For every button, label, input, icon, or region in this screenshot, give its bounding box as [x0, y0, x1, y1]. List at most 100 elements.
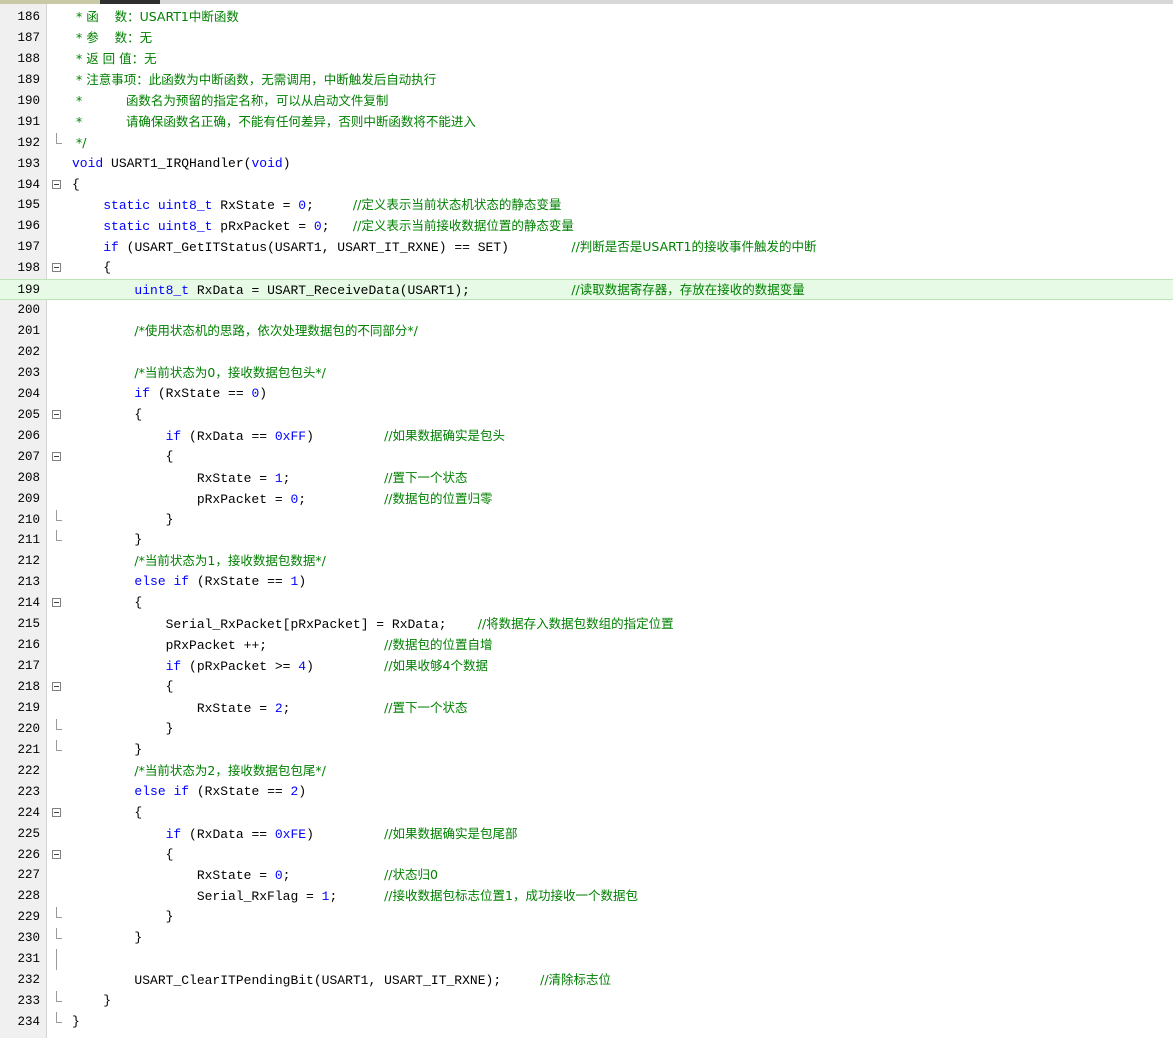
code-line[interactable]: 216 pRxPacket ++; //数据包的位置自增: [0, 635, 1173, 656]
code-comment: //数据包的位置归零: [384, 490, 493, 506]
code-text: Serial_RxPacket[pRxPacket] = RxData; //将…: [165, 616, 674, 633]
line-number: 197: [17, 240, 40, 255]
code-line[interactable]: 198 {: [0, 258, 1173, 279]
code-text: * 注意事项：此函数为中断函数，无需调用，中断触发后自动执行: [72, 70, 436, 92]
code-text: * 函数名为预留的指定名称，可以从启动文件复制: [72, 91, 388, 113]
fold-collapse-icon[interactable]: [50, 677, 64, 698]
code-line[interactable]: 214 {: [0, 593, 1173, 614]
line-number: 195: [17, 198, 40, 213]
fold-marker: [50, 49, 64, 70]
code-line[interactable]: 204 if (RxState == 0): [0, 384, 1173, 405]
code-line[interactable]: 224 {: [0, 803, 1173, 824]
code-comment: //置下一个状态: [384, 699, 468, 715]
fold-collapse-icon[interactable]: [50, 258, 64, 279]
code-line[interactable]: 226 {: [0, 845, 1173, 866]
fold-marker: [50, 614, 64, 635]
code-line[interactable]: 212 /*当前状态为1，接收数据包数据*/: [0, 551, 1173, 572]
line-number: 234: [17, 1015, 40, 1029]
line-number: 193: [17, 156, 40, 171]
code-line[interactable]: 188 * 返 回 值：无: [0, 49, 1173, 70]
code-text: if (RxData == 0xFE) //如果数据确实是包尾部: [165, 825, 518, 842]
code-line[interactable]: 215 Serial_RxPacket[pRxPacket] = RxData;…: [0, 614, 1173, 635]
line-number: 188: [17, 51, 40, 66]
line-number: 208: [17, 470, 40, 485]
code-text: * 参 数：无: [72, 28, 152, 50]
code-line[interactable]: 232 USART_ClearITPendingBit(USART1, USAR…: [0, 970, 1173, 991]
code-line[interactable]: 196 static uint8_t pRxPacket = 0; //定义表示…: [0, 216, 1173, 237]
code-line[interactable]: 230 }: [0, 928, 1173, 949]
line-number: 230: [17, 931, 40, 946]
code-line[interactable]: 191 * 请确保函数名正确，不能有任何差异，否则中断函数将不能进入: [0, 112, 1173, 133]
fold-collapse-icon[interactable]: [50, 593, 64, 614]
code-line[interactable]: 199 uint8_t RxData = USART_ReceiveData(U…: [0, 279, 1173, 301]
code-line[interactable]: 229 }: [0, 907, 1173, 928]
code-text: }: [72, 720, 174, 736]
code-line[interactable]: 206 if (RxData == 0xFF) //如果数据确实是包头: [0, 426, 1173, 447]
fold-marker: [50, 342, 64, 363]
code-line[interactable]: 193 void USART1_IRQHandler(void): [0, 154, 1173, 175]
line-number: 210: [17, 512, 40, 527]
code-comment: //接收数据包标志位置1，成功接收一个数据包: [384, 888, 638, 904]
code-line[interactable]: 194 {: [0, 175, 1173, 196]
code-line[interactable]: 222 /*当前状态为2，接收数据包包尾*/: [0, 761, 1173, 782]
fold-marker: [50, 970, 64, 991]
fold-collapse-icon[interactable]: [50, 175, 64, 196]
code-line[interactable]: 187 * 参 数：无: [0, 28, 1173, 49]
fold-collapse-icon[interactable]: [50, 405, 64, 426]
code-line[interactable]: 225 if (RxData == 0xFE) //如果数据确实是包尾部: [0, 824, 1173, 845]
code-line[interactable]: 190 * 函数名为预留的指定名称，可以从启动文件复制: [0, 91, 1173, 112]
fold-collapse-icon[interactable]: [50, 803, 64, 824]
code-text: {: [72, 679, 174, 694]
code-editor[interactable]: 186 * 函 数：USART1中断函数 187 * 参 数：无 188 * 返 回…: [0, 7, 1173, 1033]
code-line[interactable]: 227 RxState = 0; //状态归0: [0, 865, 1173, 886]
code-line[interactable]: 208 RxState = 1; //置下一个状态: [0, 468, 1173, 489]
code-line[interactable]: 201 /*使用状态机的思路，依次处理数据包的不同部分*/: [0, 321, 1173, 342]
code-line[interactable]: 200: [0, 300, 1173, 321]
line-number: 227: [17, 868, 40, 883]
code-line[interactable]: 231: [0, 949, 1173, 971]
code-line[interactable]: 209 pRxPacket = 0; //数据包的位置归零: [0, 489, 1173, 510]
code-line[interactable]: 189 * 注意事项：此函数为中断函数，无需调用，中断触发后自动执行: [0, 70, 1173, 91]
code-line[interactable]: 218 {: [0, 677, 1173, 698]
code-line[interactable]: 205 {: [0, 405, 1173, 426]
code-comment: * 参 数：无: [72, 29, 153, 45]
fold-collapse-icon[interactable]: [50, 845, 64, 866]
code-text: uint8_t RxData = USART_ReceiveData(USART…: [134, 282, 805, 299]
code-text: static uint8_t pRxPacket = 0; //定义表示当前接收…: [103, 218, 574, 235]
fold-marker: [50, 949, 64, 971]
code-line[interactable]: 221 }: [0, 739, 1173, 761]
code-comment: * 函 数：USART1中断函数: [72, 9, 239, 24]
editor-tab-strip: [0, 0, 1173, 4]
fold-marker: [50, 426, 64, 447]
code-text: {: [72, 260, 112, 276]
tab-active[interactable]: [100, 0, 160, 4]
fold-marker: [50, 300, 64, 321]
code-text: /*当前状态为0，接收数据包包头*/: [72, 363, 325, 385]
code-line[interactable]: 186 * 函 数：USART1中断函数: [0, 7, 1173, 28]
code-text: {: [72, 595, 143, 611]
code-comment: //数据包的位置自增: [384, 637, 493, 653]
code-line[interactable]: 192 */: [0, 132, 1173, 154]
code-line[interactable]: 223 else if (RxState == 2): [0, 782, 1173, 803]
code-line[interactable]: 220 }: [0, 718, 1173, 740]
code-line[interactable]: 202: [0, 342, 1173, 363]
code-line[interactable]: 233 }: [0, 991, 1173, 1012]
code-line[interactable]: 219 RxState = 2; //置下一个状态: [0, 698, 1173, 719]
code-line[interactable]: 197 if (USART_GetITStatus(USART1, USART_…: [0, 237, 1173, 258]
code-comment: //定义表示当前状态机状态的静态变量: [352, 197, 562, 213]
code-line[interactable]: 210 }: [0, 509, 1173, 531]
code-line[interactable]: 195 static uint8_t RxState = 0; //定义表示当前…: [0, 195, 1173, 216]
fold-marker: [50, 865, 64, 886]
fold-marker: [50, 635, 64, 656]
fold-collapse-icon[interactable]: [50, 447, 64, 468]
code-line[interactable]: 228 Serial_RxFlag = 1; //接收数据包标志位置1，成功接收…: [0, 886, 1173, 907]
code-comment: * 函数名为预留的指定名称，可以从启动文件复制: [72, 92, 389, 108]
code-comment: //如果收够4个数据: [384, 658, 488, 674]
code-line[interactable]: 213 else if (RxState == 1): [0, 572, 1173, 593]
code-line[interactable]: 207 {: [0, 447, 1173, 468]
code-line[interactable]: 217 if (pRxPacket >= 4) //如果收够4个数据: [0, 656, 1173, 677]
code-line[interactable]: 211 }: [0, 530, 1173, 551]
line-number: 201: [17, 324, 40, 339]
code-line[interactable]: 203 /*当前状态为0，接收数据包包头*/: [0, 363, 1173, 384]
code-line[interactable]: 234}: [0, 1012, 1173, 1033]
